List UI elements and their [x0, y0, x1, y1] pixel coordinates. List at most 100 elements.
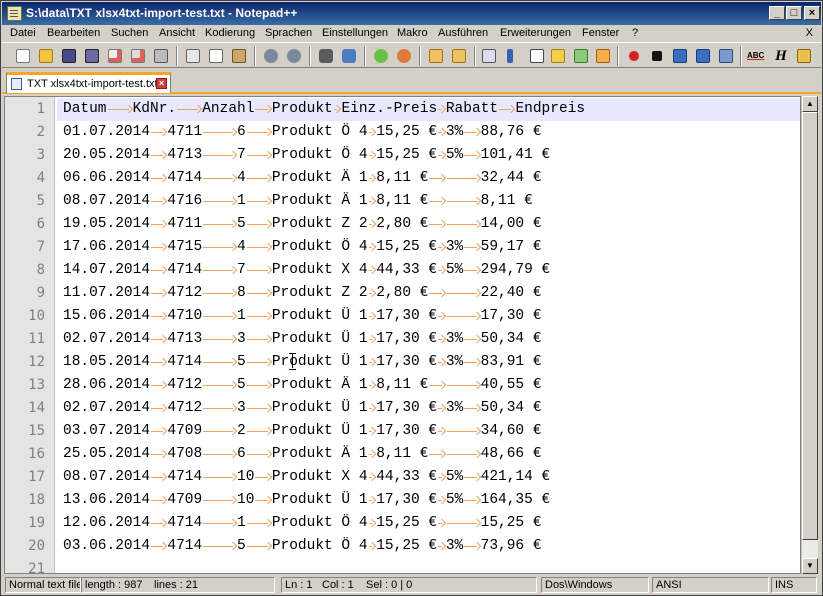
tab-arrow-icon	[463, 144, 480, 167]
toolbar: ABC H	[2, 42, 821, 68]
run-macro-multiple-icon[interactable]	[694, 47, 712, 65]
menu-bearbeiten[interactable]: Bearbeiten	[47, 27, 100, 39]
cell-text: 4711	[167, 216, 203, 232]
scroll-down-arrow-icon[interactable]: ▼	[802, 558, 818, 574]
tab-arrow-icon	[437, 397, 446, 420]
text-editor[interactable]: 1 2 3 4 5 6 7 8 9 10 11 12 13 14 15 16 17 18 19 20 21 Datum K…	[4, 96, 801, 574]
redo-icon[interactable]	[285, 47, 303, 65]
zoom-in-icon[interactable]	[372, 47, 390, 65]
close-all-icon[interactable]	[129, 47, 147, 65]
cell-text: Produkt Ö 4	[271, 124, 368, 140]
data-line[interactable]: 03.07.2014 4709 2 Produkt Ü 1 17,30 € 34,60 €	[63, 420, 542, 443]
save-macro-icon[interactable]	[717, 47, 735, 65]
menu-help[interactable]: ?	[632, 27, 638, 39]
menu-kodierung[interactable]: Kodierung	[205, 27, 255, 39]
data-line[interactable]: 15.06.2014 4710 1 Produkt Ü 1 17,30 € 17,30 €	[63, 305, 542, 328]
cell-text: 17,30 €	[376, 400, 438, 416]
menu-sprachen[interactable]: Sprachen	[265, 27, 312, 39]
open-file-icon[interactable]	[37, 47, 55, 65]
cell-text: 5	[237, 538, 246, 554]
data-line[interactable]: 01.07.2014 4711 6 Produkt Ö 4 15,25 € 3% 88,76…	[63, 121, 542, 144]
data-line[interactable]: 12.06.2014 4714 1 Produkt Ö 4 15,25 € 15,25 €	[63, 512, 542, 535]
data-line[interactable]: 11.07.2014 4712 8 Produkt Z 2 2,80 € 22,40 €	[63, 282, 542, 305]
hex-icon[interactable]: H	[772, 47, 790, 65]
data-line[interactable]: 08.07.2014 4714 10 Produkt X 4 44,33 € 5% 421,…	[63, 466, 550, 489]
menu-makro[interactable]: Makro	[397, 27, 428, 39]
undo-icon[interactable]	[262, 47, 280, 65]
print-icon[interactable]	[152, 47, 170, 65]
copy-icon[interactable]	[207, 47, 225, 65]
stop-macro-icon[interactable]	[648, 47, 666, 65]
menu-ausfuehren[interactable]: Ausführen	[438, 27, 488, 39]
tab-arrow-icon	[150, 282, 167, 305]
notepadpp-app-icon[interactable]	[7, 6, 22, 21]
data-line[interactable]: 02.07.2014 4712 3 Produkt Ü 1 17,30 € 3% 50,34…	[63, 397, 542, 420]
close-window-button[interactable]: ×	[804, 6, 820, 20]
menu-suchen[interactable]: Suchen	[111, 27, 148, 39]
data-line[interactable]: 20.05.2014 4713 7 Produkt Ö 4 15,25 € 5% 101,4…	[63, 144, 550, 167]
tab-arrow-icon	[202, 305, 237, 328]
save-all-icon[interactable]	[83, 47, 101, 65]
data-line[interactable]: 03.06.2014 4714 5 Produkt Ö 4 15,25 € 3% 73,96…	[63, 535, 542, 558]
cell-text: 4713	[167, 147, 203, 163]
data-line[interactable]: 02.07.2014 4713 3 Produkt Ü 1 17,30 € 3% 50,34…	[63, 328, 542, 351]
data-line[interactable]: 13.06.2014 4709 10 Produkt Ü 1 17,30 € 5% 164,…	[63, 489, 550, 512]
cell-text: 73,96 €	[480, 538, 542, 554]
cell-text: Produkt Ö 4	[271, 147, 368, 163]
indent-guide-icon[interactable]	[528, 47, 546, 65]
menu-fenster[interactable]: Fenster	[582, 27, 619, 39]
close-icon[interactable]	[106, 47, 124, 65]
title-bar[interactable]: S:\data\TXT xlsx4txt-import-test.txt - N…	[2, 2, 821, 25]
status-encoding[interactable]: ANSI	[652, 577, 769, 593]
tab-arrow-icon	[437, 328, 446, 351]
tab-close-icon[interactable]: ×	[156, 78, 167, 89]
zoom-out-icon[interactable]	[395, 47, 413, 65]
folder-workspace-icon[interactable]	[594, 47, 612, 65]
menu-erweiterungen[interactable]: Erweiterungen	[500, 27, 571, 39]
menu-bar: Datei Bearbeiten Suchen Ansicht Kodierun…	[2, 25, 821, 42]
maximize-button[interactable]: □	[786, 6, 802, 20]
status-length: length : 987	[81, 577, 151, 593]
close-document-button[interactable]: X	[806, 27, 813, 39]
data-line[interactable]: 08.07.2014 4716 1 Produkt Ä 1 8,11 € 8,11 €	[63, 190, 533, 213]
data-line[interactable]: 25.05.2014 4708 6 Produkt Ä 1 8,11 € 48,66 €	[63, 443, 542, 466]
header-line[interactable]: Datum KdNr. Anzahl Produkt Einz.-Preis Rabatt…	[57, 98, 800, 121]
data-line[interactable]: 14.07.2014 4714 7 Produkt X 4 44,33 € 5% 294,7…	[63, 259, 550, 282]
scrollbar-thumb[interactable]	[802, 112, 818, 540]
sync-h-icon[interactable]	[450, 47, 468, 65]
save-icon[interactable]	[60, 47, 78, 65]
sync-v-icon[interactable]	[427, 47, 445, 65]
data-line[interactable]: 28.06.2014 4712 5 Produkt Ä 1 8,11 € 40,55 €	[63, 374, 542, 397]
tab-arrow-icon	[368, 121, 377, 144]
data-line[interactable]: 19.05.2014 4711 5 Produkt Z 2 2,80 € 14,00 €	[63, 213, 542, 236]
paste-icon[interactable]	[230, 47, 248, 65]
data-line[interactable]: 06.06.2014 4714 4 Produkt Ä 1 8,11 € 32,44 €	[63, 167, 542, 190]
new-file-icon[interactable]	[14, 47, 32, 65]
play-macro-icon[interactable]	[671, 47, 689, 65]
spell-check-icon[interactable]: ABC	[747, 47, 769, 65]
word-wrap-icon[interactable]	[480, 47, 498, 65]
find-icon[interactable]	[317, 47, 335, 65]
menu-einstellungen[interactable]: Einstellungen	[322, 27, 388, 39]
scroll-up-arrow-icon[interactable]: ▲	[802, 96, 818, 112]
menu-datei[interactable]: Datei	[10, 27, 36, 39]
compare-icon[interactable]	[795, 47, 813, 65]
vertical-scrollbar[interactable]: ▲ ▼	[801, 96, 818, 574]
status-insert-mode[interactable]: INS	[771, 577, 817, 593]
function-list-icon[interactable]	[572, 47, 590, 65]
cell-text: 12.06.2014	[63, 515, 151, 531]
cell-text: 15,25 €	[376, 538, 438, 554]
data-line[interactable]: 18.05.2014 4714 5 Produkt Ü 1 17,30 € 3% 83,91…	[63, 351, 542, 374]
record-macro-icon[interactable]	[625, 47, 643, 65]
show-all-chars-icon[interactable]	[501, 47, 519, 65]
tab-arrow-icon	[246, 282, 272, 305]
cell-text: 8,11 €	[376, 170, 429, 186]
cut-icon[interactable]	[184, 47, 202, 65]
status-eol[interactable]: Dos\Windows	[541, 577, 649, 593]
data-line[interactable]: 17.06.2014 4715 4 Produkt Ö 4 15,25 € 3% 59,17…	[63, 236, 542, 259]
menu-ansicht[interactable]: Ansicht	[159, 27, 195, 39]
doc-map-icon[interactable]	[549, 47, 567, 65]
tab-xlsx4txt-import-test[interactable]: TXT xlsx4txt-import-test.txt ×	[6, 72, 171, 93]
replace-icon[interactable]	[340, 47, 358, 65]
minimize-button[interactable]: _	[769, 6, 785, 20]
